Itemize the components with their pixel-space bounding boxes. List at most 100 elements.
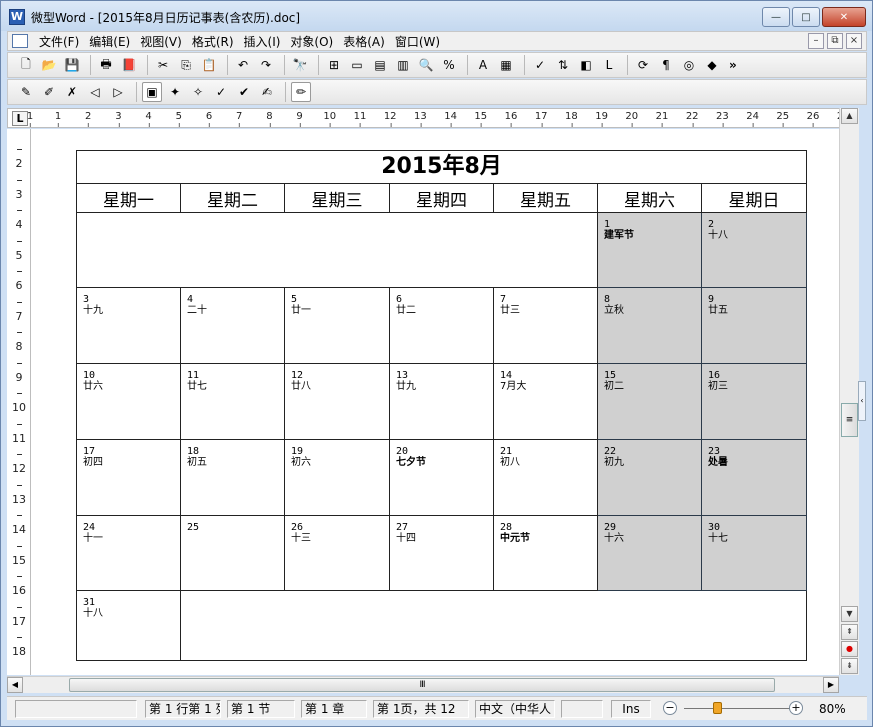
day-cell[interactable]: 19 初六 — [284, 439, 390, 516]
scroll-down-arrow[interactable]: ▼ — [841, 606, 858, 622]
redo-icon[interactable]: ↷ — [256, 55, 276, 75]
minimize-button[interactable]: — — [762, 7, 790, 27]
insert-frame-icon[interactable]: ◧ — [576, 55, 596, 75]
open-folder-icon[interactable]: 📂 — [39, 55, 59, 75]
find-icon[interactable]: 🔭 — [290, 55, 310, 75]
zoom-in-button[interactable]: + — [789, 701, 803, 715]
next-page-button[interactable]: ⇟ — [841, 658, 858, 674]
accept-all-icon[interactable]: ✓ — [211, 82, 231, 102]
day-cell[interactable]: 10 廿六 — [76, 363, 181, 440]
day-cell[interactable]: 8 立秋 — [597, 287, 702, 364]
copy-icon[interactable]: ⎘ — [176, 55, 196, 75]
day-cell[interactable]: 14 7月大 — [493, 363, 598, 440]
maximize-button[interactable]: □ — [792, 7, 820, 27]
menu-insert[interactable]: 插入(I) — [239, 33, 286, 50]
menu-window[interactable]: 窗口(W) — [390, 33, 445, 50]
next-annotation-icon[interactable]: ▷ — [108, 82, 128, 102]
horizontal-scrollbar[interactable]: ◀ III ▶ — [7, 676, 839, 693]
previous-page-button[interactable]: ⇞ — [841, 624, 858, 640]
day-cell[interactable]: 15 初二 — [597, 363, 702, 440]
weekday-header[interactable]: 星期四 — [389, 183, 494, 213]
weekday-header[interactable]: 星期五 — [493, 183, 598, 213]
show-marks-icon[interactable]: ¶ — [656, 55, 676, 75]
day-cell[interactable]: 20 七夕节 — [389, 439, 494, 516]
zoom-out-button[interactable]: − — [663, 701, 677, 715]
text-direction-icon[interactable]: ⇅ — [553, 55, 573, 75]
scroll-up-arrow[interactable]: ▲ — [841, 108, 858, 124]
pdf-icon[interactable]: 📕 — [119, 55, 139, 75]
day-cell[interactable]: 23 处暑 — [701, 439, 807, 516]
edit-annotation-icon[interactable]: ✐ — [39, 82, 59, 102]
vertical-ruler[interactable]: 2 3 4 5 6 7 8 9 10 11 12 13 14 15 16 17 18 — [7, 129, 31, 675]
day-cell[interactable]: 17 初四 — [76, 439, 181, 516]
day-cell[interactable]: 30 十七 — [701, 515, 807, 591]
day-cell[interactable]: 16 初三 — [701, 363, 807, 440]
calendar-title[interactable]: 2015年8月 — [76, 150, 807, 184]
spellcheck-icon[interactable]: ✓ — [530, 55, 550, 75]
day-cell[interactable]: 1 建军节 — [597, 212, 702, 288]
menu-view[interactable]: 视图(V) — [135, 33, 187, 50]
horizontal-ruler[interactable]: L 1 1 2 3 4 5 6 7 8 9 10 11 12 13 14 15 16 17 18 19 20 21 22 23… — [7, 108, 859, 128]
weekday-header[interactable]: 星期六 — [597, 183, 702, 213]
day-cell[interactable]: 12 廿八 — [284, 363, 390, 440]
whole-page-icon[interactable]: ▭ — [347, 55, 367, 75]
text-box-icon[interactable]: L — [599, 55, 619, 75]
day-cell[interactable]: 21 初八 — [493, 439, 598, 516]
browse-object-button[interactable]: ● — [841, 641, 858, 657]
symbol-icon[interactable]: ◎ — [679, 55, 699, 75]
paste-icon[interactable]: 📋 — [199, 55, 219, 75]
close-button[interactable]: ✕ — [822, 7, 866, 27]
day-cell[interactable]: 3 十九 — [76, 287, 181, 364]
day-cell[interactable]: 26 十三 — [284, 515, 390, 591]
day-cell[interactable]: 24 十一 — [76, 515, 181, 591]
day-cell[interactable]: 13 廿九 — [389, 363, 494, 440]
day-cell[interactable]: 29 十六 — [597, 515, 702, 591]
reject-change-icon[interactable]: ✧ — [188, 82, 208, 102]
doc-minimize-button[interactable]: – — [808, 33, 824, 49]
weekday-header[interactable]: 星期三 — [284, 183, 390, 213]
zoom-percent-icon[interactable]: % — [439, 55, 459, 75]
zoom-level[interactable]: 80% — [819, 700, 846, 718]
document-icon[interactable] — [12, 34, 28, 48]
pane-split-handle[interactable]: ‹ — [858, 381, 866, 421]
horizontal-scroll-thumb[interactable]: III — [69, 678, 775, 692]
title-bar[interactable]: W 微型Word - [2015年8月日历记事表(含农历).doc] — □ ✕ — [1, 1, 872, 31]
toolbar-overflow-button[interactable]: » — [729, 58, 737, 72]
page-width-icon[interactable]: ⊞ — [324, 55, 344, 75]
zoom-icon[interactable]: 🔍 — [416, 55, 436, 75]
zoom-slider-handle[interactable] — [713, 702, 722, 714]
day-cell[interactable]: 7 廿三 — [493, 287, 598, 364]
normal-view-icon[interactable]: ▤ — [370, 55, 390, 75]
highlight-icon[interactable]: ✏ — [291, 82, 311, 102]
tab-stop-selector[interactable]: L — [12, 111, 28, 126]
vertical-scrollbar[interactable]: ▲ ≡ ▼ ⇞ ● ⇟ — [839, 108, 859, 675]
document-page[interactable]: 2015年8月 星期一 星期二 星期三 星期四 星期五 星期六 星期日 1 建军节 2 十八 3 十九… — [31, 129, 839, 675]
save-icon[interactable]: 💾 — [62, 55, 82, 75]
scroll-right-arrow[interactable]: ▶ — [823, 677, 839, 693]
menu-edit[interactable]: 编辑(E) — [84, 33, 135, 50]
zoom-slider[interactable] — [684, 708, 794, 709]
day-cell[interactable]: 4 二十 — [180, 287, 285, 364]
cut-icon[interactable]: ✂ — [153, 55, 173, 75]
accept-change-icon[interactable]: ✦ — [165, 82, 185, 102]
status-language[interactable]: 中文（中华人 — [475, 700, 555, 718]
menu-object[interactable]: 对象(O) — [285, 33, 338, 50]
review-pane-icon[interactable]: ✍ — [257, 82, 277, 102]
day-cell[interactable]: 22 初九 — [597, 439, 702, 516]
menu-table[interactable]: 表格(A) — [338, 33, 390, 50]
track-changes-icon[interactable]: ▣ — [142, 82, 162, 102]
day-cell[interactable]: 27 十四 — [389, 515, 494, 591]
day-cell[interactable]: 25 — [180, 515, 285, 591]
vertical-scroll-thumb[interactable]: ≡ — [841, 403, 858, 437]
undo-icon[interactable]: ↶ — [233, 55, 253, 75]
weekday-header[interactable]: 星期日 — [701, 183, 807, 213]
day-cell[interactable]: 2 十八 — [701, 212, 807, 288]
scroll-left-arrow[interactable]: ◀ — [7, 677, 23, 693]
menu-file[interactable]: 文件(F) — [34, 33, 84, 50]
object-icon[interactable]: ◆ — [702, 55, 722, 75]
empty-day-cell[interactable] — [76, 212, 598, 288]
word-app-icon[interactable]: W — [9, 9, 25, 25]
calendar-table[interactable]: 星期一 星期二 星期三 星期四 星期五 星期六 星期日 1 建军节 2 十八 3 十九 4 二十 5 廿一 6 廿… — [76, 183, 807, 661]
day-cell[interactable]: 11 廿七 — [180, 363, 285, 440]
new-doc-icon[interactable]: 🗋 — [16, 55, 36, 75]
